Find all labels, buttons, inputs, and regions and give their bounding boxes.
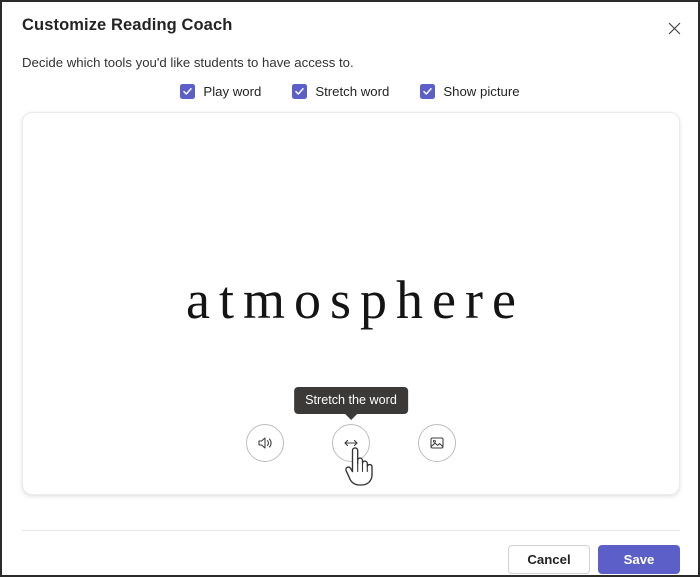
checkmark-icon — [182, 86, 193, 97]
checkmark-icon — [422, 86, 433, 97]
footer-actions: Cancel Save — [508, 545, 680, 574]
show-picture-button[interactable] — [418, 424, 456, 462]
checkbox-label: Play word — [203, 84, 262, 99]
checkmark-icon — [294, 86, 305, 97]
close-button[interactable] — [660, 14, 688, 42]
play-word-button[interactable] — [246, 424, 284, 462]
checkbox-box[interactable] — [420, 84, 436, 99]
checkbox-label: Stretch word — [315, 84, 390, 99]
checkbox-show-picture[interactable]: Show picture — [420, 84, 520, 99]
dialog-header: Customize Reading Coach — [2, 2, 698, 46]
tool-options-group: Play word Stretch word Show picture — [2, 84, 698, 99]
tooltip-stretch-the-word: Stretch the word — [294, 387, 408, 420]
save-button[interactable]: Save — [598, 545, 680, 574]
customize-reading-coach-dialog: Customize Reading Coach Decide which too… — [0, 0, 700, 577]
close-icon — [668, 22, 681, 35]
footer-divider — [22, 530, 680, 531]
double-arrow-icon — [342, 434, 360, 452]
dialog-subtitle: Decide which tools you'd like students t… — [22, 55, 354, 70]
page-title: Customize Reading Coach — [22, 16, 233, 34]
preview-tool-row — [23, 424, 679, 462]
checkbox-box[interactable] — [180, 84, 196, 99]
word-display: atmosphere — [186, 270, 525, 330]
speaker-icon — [256, 434, 274, 452]
checkbox-play-word[interactable]: Play word — [180, 84, 261, 99]
checkbox-label: Show picture — [443, 84, 520, 99]
stretch-word-button[interactable] — [332, 424, 370, 462]
image-icon — [428, 434, 446, 452]
cancel-button[interactable]: Cancel — [508, 545, 590, 574]
checkbox-stretch-word[interactable]: Stretch word — [292, 84, 389, 99]
checkbox-box[interactable] — [292, 84, 308, 99]
reading-coach-preview-card: atmosphere Stretch the word — [22, 112, 680, 495]
